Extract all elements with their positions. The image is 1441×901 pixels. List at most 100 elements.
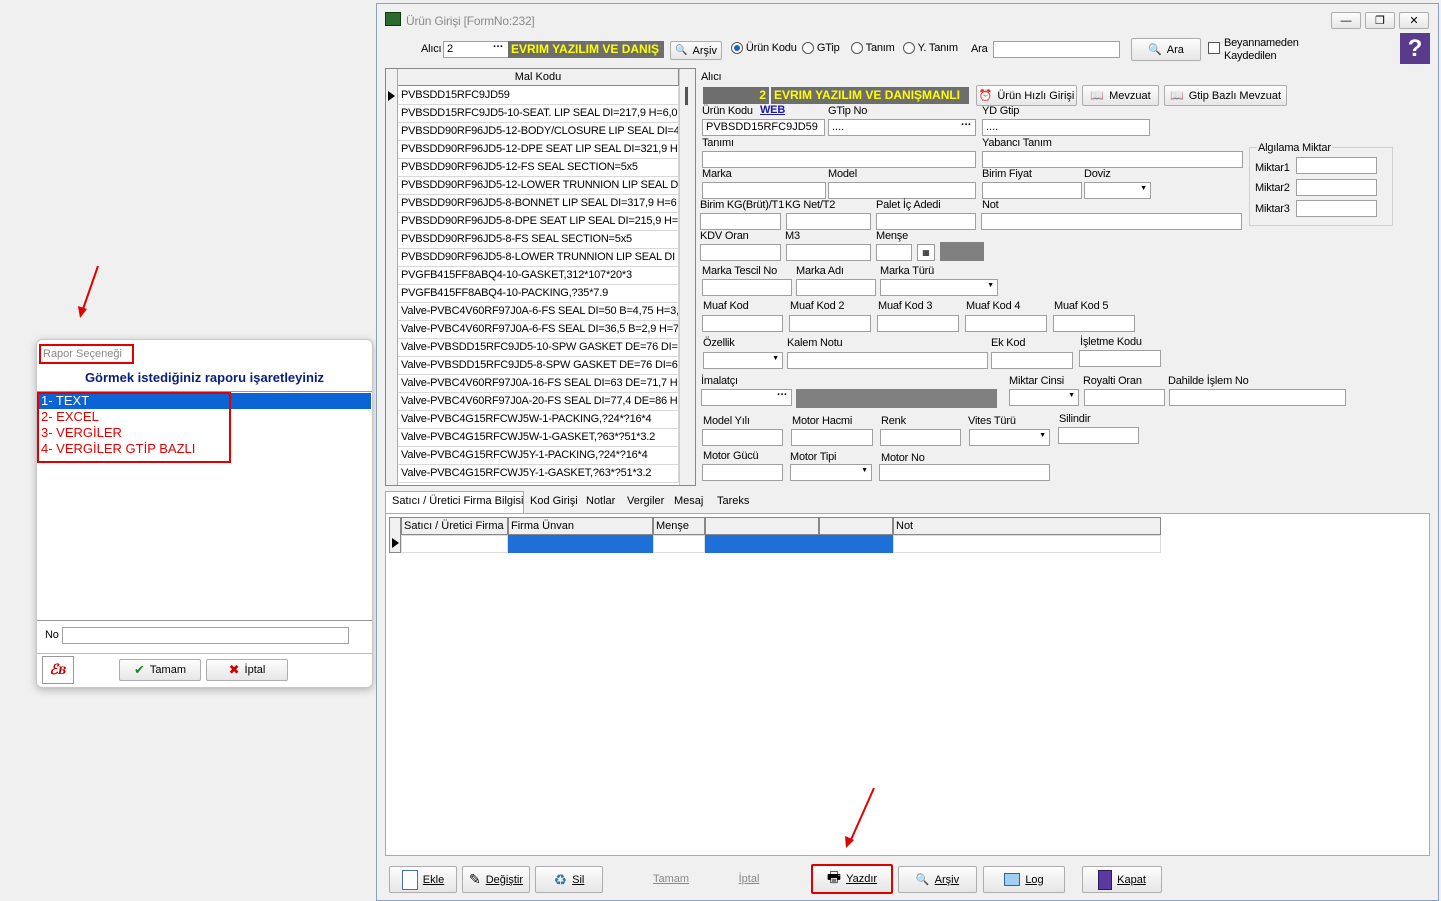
note-input[interactable] [981,213,1242,230]
pallet-count-input[interactable] [876,213,976,230]
engine-volume-input[interactable] [791,429,873,446]
list-item[interactable]: 2- EXCEL [41,409,99,424]
operation-code-input[interactable] [1079,350,1161,367]
radio-gtip[interactable]: GTip [802,42,840,55]
list-item[interactable]: PVBSDD90RF96JD5-8-BONNET LIP SEAL DI=317… [398,195,679,213]
cancel-button[interactable]: ✖ İptal [206,659,288,681]
item-note-input[interactable] [787,352,988,369]
model-year-input[interactable] [702,429,783,446]
radio-tanim[interactable]: Tanım [851,42,895,55]
cylinder-input[interactable] [1058,427,1139,444]
tab-notes[interactable]: Notlar [583,495,618,507]
feature-select[interactable] [703,352,783,369]
model-input[interactable] [828,182,976,199]
kg-net-input[interactable] [786,213,871,230]
gtip-legislation-button[interactable]: 📖 Gtip Bazlı Mevzuat [1164,85,1287,106]
form-cancel-button[interactable]: İptal [713,866,785,893]
m3-input[interactable] [786,244,871,261]
close-form-button[interactable]: Kapat [1082,866,1162,893]
beyanname-checkbox[interactable] [1208,42,1220,54]
gtip-input[interactable]: .... [828,119,976,136]
grid-cell[interactable] [653,535,705,553]
origin-input[interactable] [876,244,912,261]
description-input[interactable] [702,151,976,168]
vat-rate-input[interactable] [700,244,781,261]
grid-cell[interactable] [705,535,819,553]
grid-cell[interactable] [401,535,508,553]
no-input[interactable] [62,627,349,644]
quantity2-input[interactable] [1296,179,1377,196]
exempt-code-2-input[interactable] [789,315,871,332]
yd-gtip-input[interactable]: .... [982,119,1150,136]
unit-price-input[interactable] [982,182,1082,199]
list-item[interactable]: Valve-PVBC4V60RF97J0A-6-FS SEAL DI=50 B=… [398,303,679,321]
inward-processing-input[interactable] [1169,389,1346,406]
currency-select[interactable] [1084,182,1151,199]
grid-header-origin[interactable]: Menşe [653,517,705,535]
list-item[interactable]: PVBSDD15RFC9JD59 [398,87,679,105]
list-item[interactable]: Valve-PVBC4V60RF97J0A-6-FS SEAL DI=36,5 … [398,321,679,339]
exempt-code-4-input[interactable] [965,315,1047,332]
product-list[interactable]: Mal Kodu PVBSDD15RFC9JD59 PVBSDD15RFC9JD5… [385,68,696,486]
brand-type-select[interactable] [880,279,998,296]
exempt-code-5-input[interactable] [1053,315,1135,332]
list-item[interactable]: PVGFB415FF8ABQ4-10-PACKING,?35*7.9 [398,285,679,303]
search-input[interactable] [993,41,1120,58]
foreign-description-input[interactable] [982,151,1243,168]
list-item[interactable]: PVBSDD90RF96JD5-8-LOWER TRUNNION LIP SEA… [398,249,679,267]
brand-registry-input[interactable] [702,279,792,296]
gear-type-select[interactable] [969,429,1050,446]
print-button[interactable]: 🖶 Yazdır [811,864,893,894]
delete-button[interactable]: ♻ Sil [535,866,603,893]
brand-input[interactable] [702,182,826,199]
supplier-grid[interactable]: Satıcı / Üretici Firma Firma Ünvan Menşe… [389,517,1161,553]
minimize-button[interactable]: — [1331,12,1361,29]
maximize-button[interactable]: ❐ [1365,12,1395,29]
engine-type-select[interactable] [790,464,872,481]
brand-name-input[interactable] [796,279,876,296]
column-header-mal-kodu[interactable]: Mal Kodu [398,69,679,86]
confirm-button[interactable]: Tamam [635,866,707,893]
quantity3-input[interactable] [1296,200,1377,217]
radio-dot[interactable] [851,42,863,55]
list-item[interactable]: Valve-PVBSDD15RFC9JD5-10-SPW GASKET DE=7… [398,339,679,357]
add-button[interactable]: Ekle [389,866,457,893]
royalty-rate-input[interactable] [1084,389,1165,406]
ellipsis-icon[interactable]: ··· [961,119,972,131]
grid-header-empty-2[interactable] [819,517,893,535]
unit-kg-input[interactable] [700,213,781,230]
tab-tareks[interactable]: Tareks [714,495,752,507]
radio-dot[interactable] [802,42,814,55]
ellipsis-icon[interactable]: ··· [493,41,504,53]
ellipsis-icon[interactable]: ··· [777,389,788,401]
radio-urun-kodu[interactable]: Ürün Kodu [731,42,797,55]
list-item[interactable]: 3- VERGİLER [41,425,122,440]
list-item[interactable]: PVBSDD90RF96JD5-12-DPE SEAT LIP SEAL DI=… [398,141,679,159]
engine-no-input[interactable] [879,464,1050,481]
list-scrollbar[interactable] [679,69,695,485]
search-button[interactable]: 🔍 Ara [1131,38,1201,61]
help-icon[interactable]: ? [1400,33,1430,64]
scrollbar-thumb[interactable] [685,87,688,105]
list-item[interactable]: PVGFB415FF8ABQ4-10-GASKET,312*107*20*3 [398,267,679,285]
exempt-code-3-input[interactable] [877,315,959,332]
ok-button[interactable]: ✔ Tamam [119,659,201,681]
report-list[interactable]: 1- TEXT 2- EXCEL 3- VERGİLER 4- VERGİLER… [37,391,372,621]
log-button[interactable]: Log [983,866,1065,893]
list-item[interactable]: Valve-PVBC4V60RF97J0A-20-FS SEAL DI=77,4… [398,393,679,411]
close-window-button[interactable]: ✕ [1399,12,1429,29]
list-item[interactable]: PVBSDD90RF96JD5-12-FS SEAL SECTION=5x5 [398,159,679,177]
quick-entry-button[interactable]: ⏰ Ürün Hızlı Girişi [976,85,1077,106]
grid-cell[interactable] [893,535,1161,553]
list-item[interactable]: 1- TEXT [41,393,89,408]
exempt-code-1-input[interactable] [702,315,783,332]
legislation-button[interactable]: 📖 Mevzuat [1082,85,1159,106]
list-item[interactable]: PVBSDD15RFC9JD5-10-SEAT. LIP SEAL DI=217… [398,105,679,123]
tab-taxes[interactable]: Vergiler [624,495,667,507]
grid-cell[interactable] [819,535,893,553]
list-item[interactable]: PVBSDD90RF96JD5-8-FS SEAL SECTION=5x5 [398,231,679,249]
extra-code-input[interactable] [991,352,1073,369]
grid-cell[interactable] [508,535,653,553]
grid-header-supplier[interactable]: Satıcı / Üretici Firma [401,517,508,535]
tab-code-entry[interactable]: Kod Girişi [527,495,581,507]
